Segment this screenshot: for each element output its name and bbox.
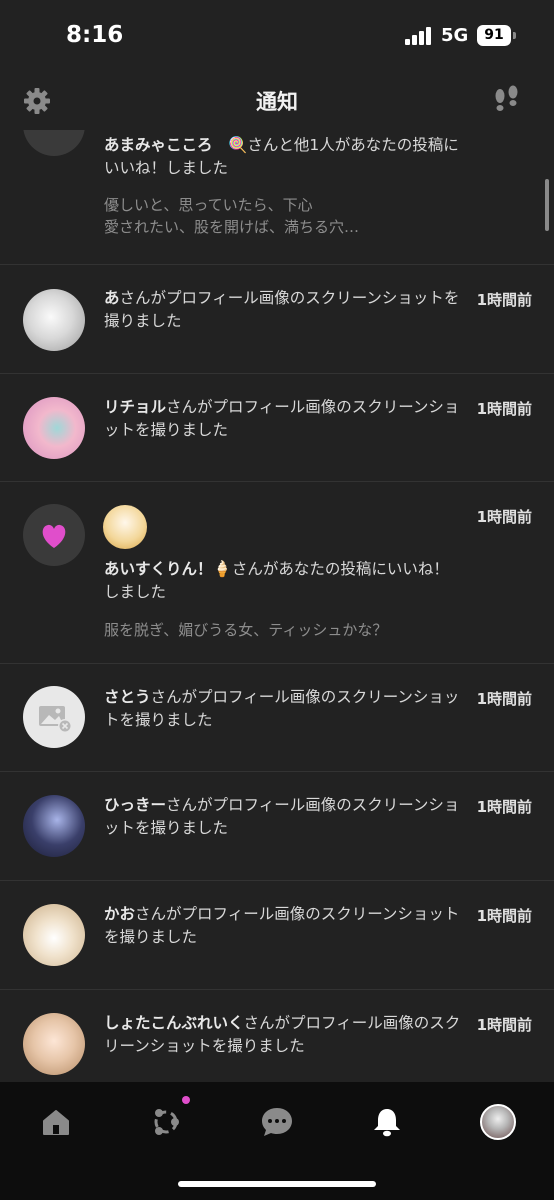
profile-avatar-icon (480, 1104, 516, 1140)
list-item[interactable]: あさんがプロフィール画像のスクリーンショットを撮りました 1時間前 (0, 265, 554, 374)
avatar (23, 289, 85, 351)
heart-badge (23, 504, 85, 566)
notification-message: ひっきーさんがプロフィール画像のスクリーンショットを撮りました (104, 796, 460, 837)
avatar (23, 130, 85, 156)
battery-icon: 91 (477, 25, 516, 46)
signal-icon (405, 27, 435, 45)
tab-profile[interactable] (478, 1102, 518, 1142)
scroll-indicator[interactable] (545, 179, 549, 231)
timestamp: 1時間前 (476, 291, 532, 309)
notification-list[interactable]: あまみゃこころ 🍭さんと他1人があなたの投稿にいいね！しました 優しいと、思って… (0, 130, 554, 1082)
list-item[interactable]: あいすくりん！🍦さんがあなたの投稿にいいね！しました 1時間前 服を脱ぎ、媚びう… (0, 482, 554, 664)
tab-home[interactable] (36, 1102, 76, 1142)
share-network-icon (154, 1109, 179, 1135)
list-item[interactable]: ひっきーさんがプロフィール画像のスクリーンショットを撮りました 1時間前 (0, 772, 554, 881)
avatar (23, 686, 85, 748)
status-time: 8:16 (66, 22, 124, 48)
post-preview: 優しいと、思っていたら、下心 愛されたい、股を開けば、満ちる穴… (104, 196, 360, 236)
notification-message: さとうさんがプロフィール画像のスクリーンショットを撮りました (104, 688, 460, 729)
footprints-button[interactable] (490, 84, 524, 118)
timestamp: 1時間前 (476, 400, 532, 418)
home-icon (43, 1110, 69, 1135)
list-item[interactable]: さとうさんがプロフィール画像のスクリーンショットを撮りました 1時間前 (0, 664, 554, 772)
status-bar: 8:16 5G 91 (0, 0, 554, 74)
chat-bubble-icon (262, 1108, 292, 1136)
notification-message: リチョルさんがプロフィール画像のスクリーンショットを撮りました (104, 398, 460, 439)
notification-message: あさんがプロフィール画像のスクリーンショットを撮りました (104, 289, 460, 330)
user-avatar[interactable] (103, 505, 147, 549)
timestamp: 1時間前 (476, 508, 532, 526)
heart-icon (42, 524, 66, 548)
list-item[interactable]: リチョルさんがプロフィール画像のスクリーンショットを撮りました 1時間前 (0, 374, 554, 482)
avatar (23, 1013, 85, 1075)
image-placeholder-icon (39, 706, 72, 733)
bell-icon (374, 1109, 400, 1137)
tab-chat[interactable] (257, 1102, 297, 1142)
timestamp: 1時間前 (476, 798, 532, 816)
home-indicator (178, 1181, 376, 1187)
post-preview: 服を脱ぎ、媚びうる女、ティッシュかな？ (104, 621, 388, 639)
avatar (23, 397, 85, 459)
notification-message: しょたこんぶれいくさんがプロフィール画像のスクリーンショットを撮りました (104, 1014, 461, 1055)
avatar (23, 795, 85, 857)
nav-bar: 通知 (0, 74, 554, 130)
list-item[interactable]: しょたこんぶれいくさんがプロフィール画像のスクリーンショットを撮りました 1時間… (0, 990, 554, 1082)
notification-message: あいすくりん！🍦さんがあなたの投稿にいいね！しました (104, 560, 449, 601)
tab-notifications[interactable] (367, 1102, 407, 1142)
list-item[interactable]: かおさんがプロフィール画像のスクリーンショットを撮りました 1時間前 (0, 881, 554, 990)
notification-message: あまみゃこころ 🍭さんと他1人があなたの投稿にいいね！しました (104, 136, 459, 177)
notification-message: かおさんがプロフィール画像のスクリーンショットを撮りました (104, 905, 460, 946)
timestamp: 1時間前 (476, 690, 532, 708)
list-item[interactable]: あまみゃこころ 🍭さんと他1人があなたの投稿にいいね！しました 優しいと、思って… (0, 130, 554, 265)
footprints-icon (495, 85, 518, 111)
page-title: 通知 (256, 90, 298, 114)
tab-timeline[interactable] (146, 1096, 190, 1142)
timestamp: 1時間前 (476, 907, 532, 925)
network-label: 5G (441, 25, 469, 46)
avatar (23, 904, 85, 966)
notification-dot (182, 1096, 190, 1104)
timestamp: 1時間前 (476, 1016, 532, 1034)
